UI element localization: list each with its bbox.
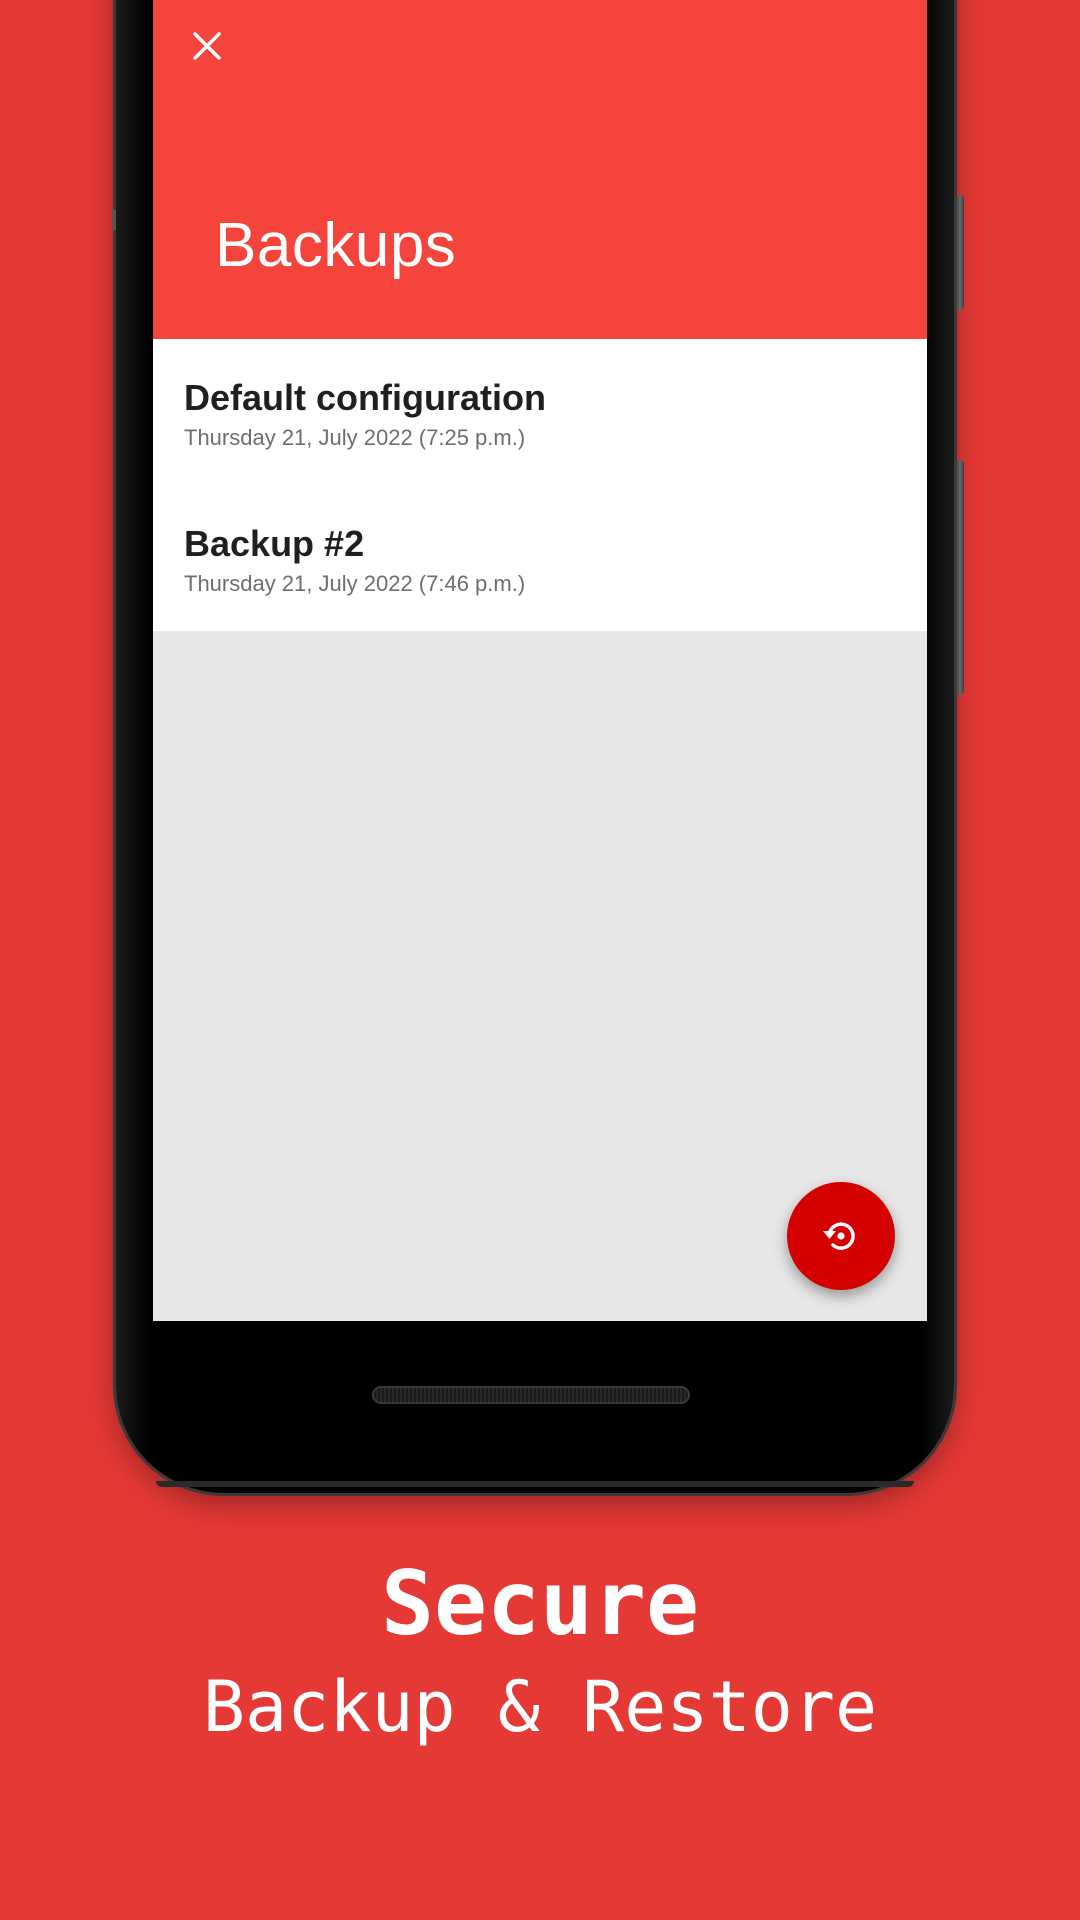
frame-edge-mark: [112, 210, 116, 230]
close-button[interactable]: [181, 20, 233, 72]
page-title: Backups: [215, 211, 457, 280]
app-screen: Backups Default configuration Thursday 2…: [153, 0, 927, 1321]
backup-list: Default configuration Thursday 21, July …: [153, 339, 927, 631]
backup-item-date: Thursday 21, July 2022 (7:25 p.m.): [184, 425, 526, 450]
backup-item-title: Default configuration: [184, 377, 546, 418]
close-icon: [193, 32, 221, 60]
app-bar: Backups: [153, 0, 927, 339]
caption-title: Secure: [381, 1552, 699, 1655]
phone-chin: [156, 1481, 914, 1487]
backup-item-2[interactable]: Backup #2 Thursday 21, July 2022 (7:46 p…: [153, 485, 927, 631]
power-button: [956, 195, 964, 310]
backup-item-date: Thursday 21, July 2022 (7:46 p.m.): [184, 571, 526, 596]
volume-button: [956, 460, 964, 695]
phone-speaker: [372, 1386, 690, 1404]
restore-fab-button[interactable]: [787, 1182, 895, 1290]
backup-item-title: Backup #2: [184, 523, 365, 564]
restore-icon: [823, 1222, 855, 1250]
backup-item-default[interactable]: Default configuration Thursday 21, July …: [153, 339, 927, 485]
caption-subtitle: Backup & Restore: [202, 1666, 878, 1748]
